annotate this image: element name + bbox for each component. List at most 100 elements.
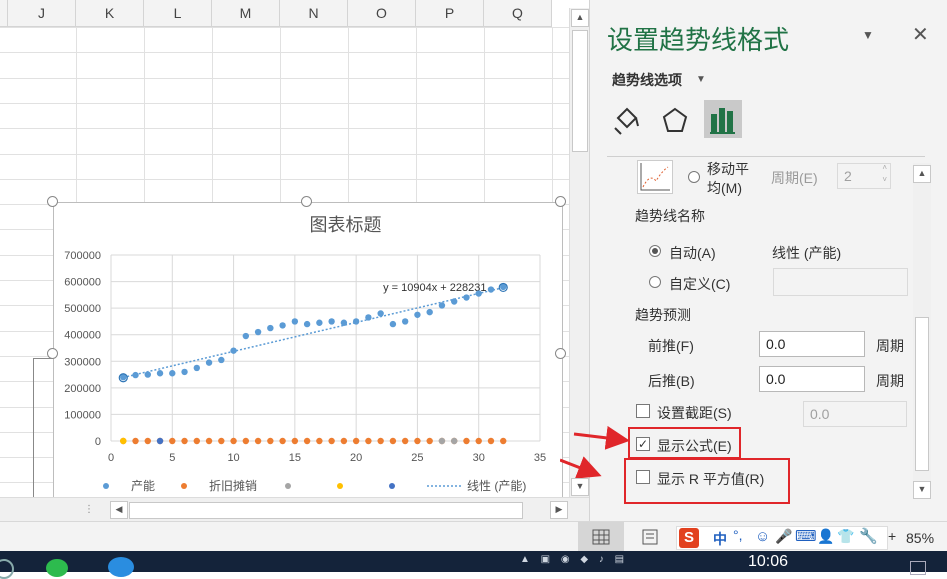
data-point-series-1[interactable] <box>132 437 139 445</box>
column-header-l[interactable]: L <box>144 0 212 27</box>
backward-input[interactable]: 0.0 <box>759 366 865 392</box>
data-point-series-0[interactable] <box>365 314 372 321</box>
cortana-icon[interactable] <box>0 559 14 579</box>
resize-handle-right[interactable] <box>555 348 566 359</box>
scroll-down-button[interactable]: ▼ <box>571 478 589 496</box>
data-point-series-0[interactable] <box>218 356 225 364</box>
data-point-series-0[interactable] <box>303 320 311 328</box>
pane-scroll-up-button[interactable]: ▲ <box>913 165 931 183</box>
data-point-series-1[interactable] <box>279 437 286 445</box>
data-point-series-0[interactable] <box>291 318 299 325</box>
pane-scroll-thumb[interactable] <box>915 317 929 471</box>
data-point-series-0[interactable] <box>254 328 262 336</box>
data-point-series-1[interactable] <box>487 437 495 445</box>
data-point-series-0[interactable] <box>401 318 409 325</box>
column-header-m[interactable]: M <box>212 0 280 27</box>
forward-input[interactable]: 0.0 <box>759 331 865 357</box>
custom-name-label[interactable]: 自定义(C) <box>669 274 730 294</box>
normal-view-button[interactable] <box>578 522 624 552</box>
punctuation-icon[interactable]: °, <box>733 527 743 543</box>
data-point-series-0[interactable] <box>475 290 482 297</box>
auto-name-label[interactable]: 自动(A) <box>669 243 716 263</box>
data-point-series-1[interactable] <box>218 437 225 445</box>
keyboard-icon[interactable]: ⌨ <box>795 527 817 545</box>
data-point-series-0[interactable] <box>230 347 237 354</box>
sogou-logo-icon[interactable]: S <box>679 528 699 548</box>
column-header-o[interactable]: O <box>348 0 416 27</box>
spinner-arrows-icon[interactable]: ˄ ˅ <box>882 162 887 186</box>
scroll-up-button[interactable]: ▲ <box>571 9 589 27</box>
data-point-series-1[interactable] <box>242 437 250 445</box>
data-point-series-0[interactable] <box>205 359 213 366</box>
data-point-series-1[interactable] <box>254 437 262 445</box>
close-icon[interactable]: ✕ <box>912 22 929 47</box>
data-point-series-2[interactable] <box>438 437 446 445</box>
data-point-series-1[interactable] <box>475 437 482 445</box>
data-point-series-1[interactable] <box>193 437 200 445</box>
data-point-series-0[interactable] <box>463 294 470 301</box>
data-point-series-0[interactable] <box>487 286 495 293</box>
data-point-series-1[interactable] <box>365 437 372 445</box>
data-point-series-0[interactable] <box>377 310 384 317</box>
ime-chinese-mode[interactable]: 中 <box>713 529 727 549</box>
scroll-thumb[interactable] <box>572 30 588 152</box>
set-intercept-label[interactable]: 设置截距(S) <box>657 403 732 423</box>
data-point-series-1[interactable] <box>377 437 384 445</box>
data-point-series-1[interactable] <box>230 437 237 445</box>
page-layout-view-icon[interactable] <box>640 528 660 546</box>
resize-handle-top-right[interactable] <box>555 196 566 207</box>
data-point-series-2[interactable] <box>451 437 458 445</box>
data-point-series-0[interactable] <box>426 308 433 316</box>
telegram-icon[interactable] <box>108 557 134 577</box>
data-point-series-1[interactable] <box>500 437 507 445</box>
column-header-p[interactable]: P <box>416 0 484 27</box>
data-point-series-1[interactable] <box>352 437 360 445</box>
trendline-equation[interactable]: y = 10904x + 228231 <box>383 282 486 294</box>
h-scroll-thumb[interactable] <box>129 502 523 519</box>
scroll-left-button[interactable]: ◀ <box>110 501 128 519</box>
column-header-n[interactable]: N <box>280 0 348 27</box>
clock-time[interactable]: 10:06 <box>748 553 788 571</box>
data-point-series-0[interactable] <box>132 371 139 379</box>
custom-name-radio[interactable] <box>649 276 661 288</box>
data-point-series-0[interactable] <box>267 324 274 332</box>
fill-icon[interactable] <box>612 104 642 138</box>
data-point-series-3[interactable] <box>120 437 127 445</box>
pane-scroll-down-button[interactable]: ▼ <box>913 481 931 499</box>
data-point-series-0[interactable] <box>193 364 200 372</box>
data-point-series-0[interactable] <box>316 319 323 326</box>
resize-handle-top[interactable] <box>301 196 312 207</box>
data-point-series-1[interactable] <box>340 437 348 445</box>
pentagon-icon[interactable] <box>660 104 690 138</box>
data-point-series-1[interactable] <box>267 437 274 445</box>
wechat-icon[interactable] <box>46 559 68 577</box>
plus-icon[interactable]: + <box>888 528 896 544</box>
trendline[interactable] <box>123 286 504 379</box>
microphone-icon[interactable]: 🎤 <box>775 528 792 545</box>
data-point-series-1[interactable] <box>316 437 323 445</box>
data-point-series-1[interactable] <box>463 437 470 445</box>
chart-title[interactable]: 图表标题 <box>310 215 382 235</box>
data-point-series-1[interactable] <box>414 437 421 445</box>
data-point-series-0[interactable] <box>414 311 421 318</box>
bar-chart-icon[interactable] <box>704 100 742 138</box>
data-point-series-1[interactable] <box>205 437 213 445</box>
intercept-input[interactable]: 0.0 <box>803 401 907 427</box>
data-point-series-0[interactable] <box>156 370 164 377</box>
data-point-series-0[interactable] <box>328 318 335 325</box>
data-point-series-1[interactable] <box>389 437 397 445</box>
data-point-series-0[interactable] <box>340 319 348 326</box>
data-point-series-0[interactable] <box>242 332 250 340</box>
data-point-series-1[interactable] <box>401 437 409 445</box>
scroll-splitter-icon[interactable]: ⋮ <box>84 504 94 515</box>
resize-handle-left[interactable] <box>47 348 58 359</box>
data-point-series-0[interactable] <box>279 322 286 329</box>
column-header-q[interactable]: Q <box>484 0 552 27</box>
pane-options-dropdown-icon[interactable]: ▼ <box>862 28 874 42</box>
scroll-right-button[interactable]: ▶ <box>550 501 568 519</box>
set-intercept-checkbox[interactable] <box>636 404 650 418</box>
data-point-series-0[interactable] <box>438 302 446 309</box>
data-point-series-0[interactable] <box>389 320 397 328</box>
custom-name-input[interactable] <box>773 268 908 296</box>
chart-area[interactable]: 图表标题 0 100000 200000 300000 400000 500000 60000… <box>53 202 563 504</box>
